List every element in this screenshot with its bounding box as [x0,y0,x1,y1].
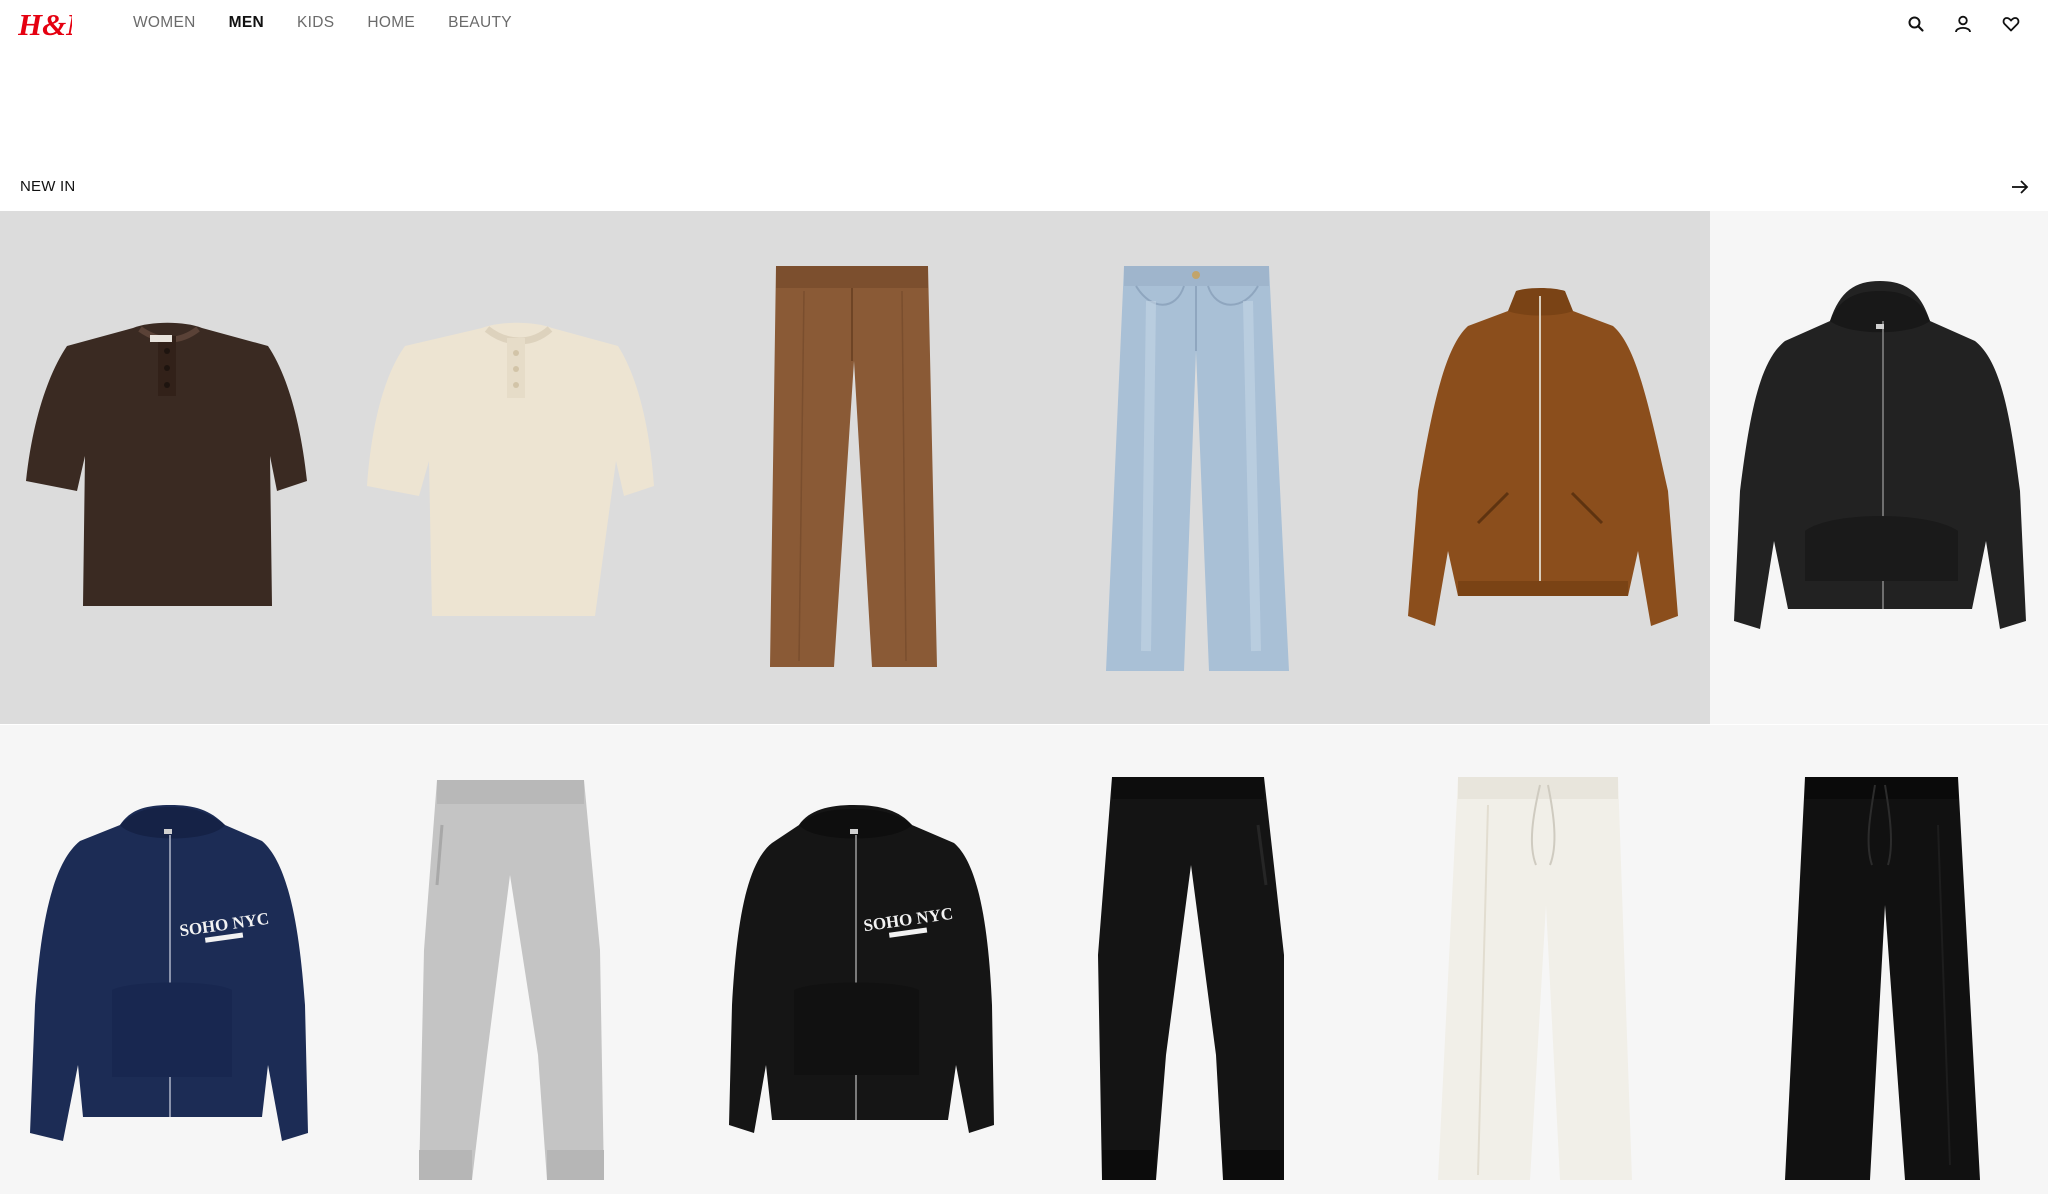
product-image: SOHO NYC [30,805,308,1141]
product-image [1098,777,1284,1180]
main-nav: WOMEN MEN KIDS HOME BEAUTY [133,14,545,32]
header-icons [1848,13,2048,35]
product-card[interactable] [0,211,342,724]
section-title[interactable]: NEW IN [20,178,75,195]
product-image [1408,288,1678,626]
product-card[interactable] [342,725,684,1194]
product-image [1785,777,1980,1180]
product-row-2: SOHO NYC SOHO NYC [0,725,2048,1194]
product-card[interactable] [342,211,684,724]
product-card[interactable] [1026,211,1368,724]
product-image [419,780,604,1180]
nav-item-beauty[interactable]: BEAUTY [448,14,512,32]
site-header: H&M WOMEN MEN KIDS HOME BEAUTY [0,0,2048,48]
nav-item-women[interactable]: WOMEN [133,14,196,32]
product-card[interactable] [1710,211,2048,724]
product-image [1106,266,1289,671]
nav-item-home[interactable]: HOME [367,14,415,32]
favourites-icon[interactable] [2000,13,2022,35]
product-card[interactable] [1368,211,1710,724]
product-image [1734,281,2026,629]
product-card[interactable]: SOHO NYC [0,725,342,1194]
product-card[interactable] [1368,725,1710,1194]
arrow-right-icon[interactable] [2008,175,2032,199]
product-image [1438,777,1632,1180]
nav-item-kids[interactable]: KIDS [297,14,334,32]
product-card[interactable]: SOHO NYC [684,725,1026,1194]
search-icon[interactable] [1905,13,1927,35]
product-card[interactable] [1026,725,1368,1194]
product-card[interactable] [684,211,1026,724]
product-card[interactable] [1710,725,2048,1194]
product-image [26,322,307,606]
product-row-1 [0,211,2048,724]
hm-logo[interactable]: H&M [18,6,72,42]
account-icon[interactable] [1952,13,1974,35]
product-image [770,266,937,667]
svg-text:H&M: H&M [18,7,72,42]
nav-item-men[interactable]: MEN [229,14,264,32]
product-image: SOHO NYC [729,805,994,1133]
product-image [367,322,654,616]
